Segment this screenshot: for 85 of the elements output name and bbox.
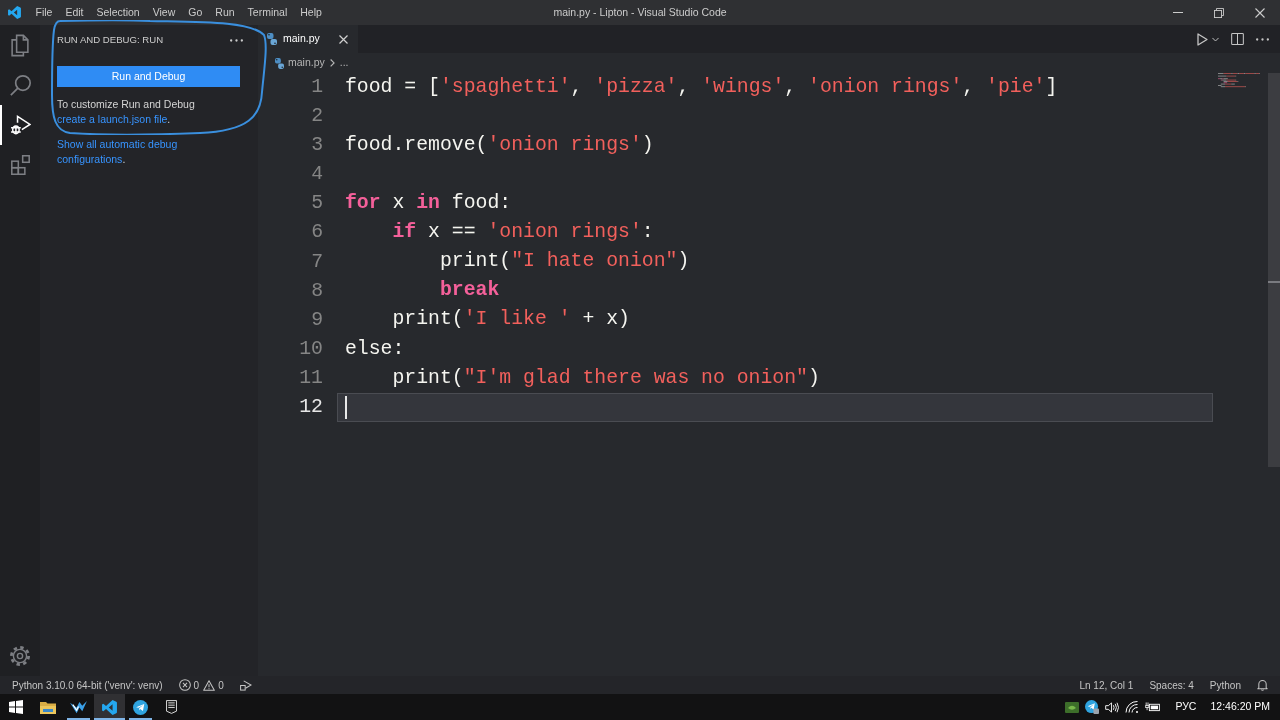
line-number: 5: [310, 191, 323, 217]
square-arrow-icon: [239, 679, 252, 691]
editor-tab[interactable]: main.py: [258, 25, 358, 53]
breadcrumb-item[interactable]: ...: [339, 55, 349, 71]
minimize-icon: [1172, 12, 1183, 13]
taskbar-app-button[interactable]: [94, 694, 125, 720]
code-line: break: [439, 278, 500, 304]
chevron-right-icon: [329, 59, 335, 67]
code-line: print("I'm glad there was no onion"): [392, 365, 820, 391]
more-actions-button[interactable]: [228, 36, 245, 44]
errors-status[interactable]: 0: [174, 676, 204, 694]
warning-icon: [203, 679, 216, 691]
shield-logo-icon: [166, 700, 177, 714]
menu-item[interactable]: Run: [208, 5, 242, 20]
line-number: 8: [310, 278, 323, 304]
python-file-icon: [275, 57, 284, 69]
more-actions-button[interactable]: [1254, 35, 1271, 43]
play-bug-icon: [9, 115, 31, 135]
interpreter-status[interactable]: Python 3.10.0 64-bit ('venv': venv): [8, 676, 167, 694]
menu-item[interactable]: Help: [293, 5, 329, 20]
line-number: 11: [298, 365, 323, 391]
battery-icon: [1145, 702, 1162, 712]
window-title: main.py - Lipton - Visual Studio Code: [553, 4, 727, 20]
folder-icon: [39, 700, 56, 714]
warnings-status[interactable]: 0: [203, 676, 228, 694]
swoosh-app-icon: [70, 699, 87, 715]
close-icon: [1254, 7, 1265, 18]
text-cursor: [345, 396, 347, 420]
indentation-status[interactable]: Spaces: 4: [1145, 676, 1198, 694]
cursor-position-status[interactable]: Ln 12, Col 1: [1075, 676, 1138, 694]
menu-item[interactable]: Terminal: [241, 5, 294, 20]
menu-item[interactable]: Go: [181, 5, 209, 20]
windows-logo-icon: [9, 700, 23, 714]
line-number: 1: [310, 75, 323, 100]
split-editor-button[interactable]: [1229, 31, 1246, 47]
blocks-icon: [10, 155, 30, 175]
python-file-icon: [267, 33, 277, 45]
menu-item[interactable]: Edit: [58, 5, 90, 20]
code-editor-icon: [102, 699, 117, 715]
line-number: 3: [310, 133, 323, 159]
code-line: print('I like ' + x): [392, 307, 630, 333]
error-icon: [178, 679, 191, 691]
language-mode-status[interactable]: Python: [1205, 676, 1245, 694]
more-icon: [1256, 37, 1269, 41]
menu-item[interactable]: View: [146, 5, 182, 20]
scrollbar[interactable]: [1268, 73, 1280, 467]
customize-hint-text: To customize Run and Debug create a launch.json file.: [57, 97, 196, 127]
play-icon: [1197, 32, 1208, 46]
close-tab-button[interactable]: [337, 32, 350, 46]
line-number: 7: [310, 249, 323, 275]
speaker-icon: [1105, 701, 1120, 713]
line-number: 4: [310, 162, 323, 188]
menu-item[interactable]: File: [29, 5, 59, 20]
input-language-indicator[interactable]: РУС: [1175, 699, 1197, 715]
show-debug-configurations-link[interactable]: Show all automatic debug configurations.: [57, 137, 240, 167]
minimap: [1218, 73, 1261, 90]
code-line: else:: [345, 336, 405, 362]
search-icon: [9, 74, 31, 96]
more-icon: [230, 38, 243, 42]
code-line: if x == 'onion rings':: [392, 220, 654, 246]
restore-icon: [1213, 7, 1224, 18]
files-icon: [11, 33, 29, 57]
clock-time[interactable]: 12:46:20 PM: [1210, 699, 1270, 715]
code-line: food.remove('onion rings'): [345, 132, 654, 158]
split-editor-icon: [1231, 33, 1244, 45]
code-line: for x in food:: [345, 191, 512, 217]
line-number: 10: [298, 336, 323, 362]
line-number: 9: [310, 307, 323, 333]
gpu-tray-icon: [1065, 701, 1080, 713]
line-number: 12: [298, 395, 323, 421]
close-icon: [339, 34, 348, 44]
menu-item[interactable]: Selection: [90, 5, 147, 20]
paper-plane-tray-icon: [1085, 700, 1100, 714]
code-editor-logo-icon: [8, 6, 21, 19]
code-line: print("I hate onion"): [439, 249, 690, 275]
wifi-icon: [1125, 701, 1140, 713]
breadcrumb-item[interactable]: main.py: [275, 55, 325, 71]
panel-title: RUN AND DEBUG: RUN: [57, 32, 164, 47]
line-number: 6: [310, 220, 323, 246]
line-number: 2: [310, 104, 323, 130]
paper-plane-icon: [133, 699, 148, 715]
settings-icon: [10, 646, 30, 666]
code-line: food = ['spaghetti', 'pizza', 'wings', 'onion rings', 'pie']: [345, 74, 1058, 100]
bell-icon: [1257, 679, 1268, 691]
caret-down-icon: [1212, 36, 1219, 42]
